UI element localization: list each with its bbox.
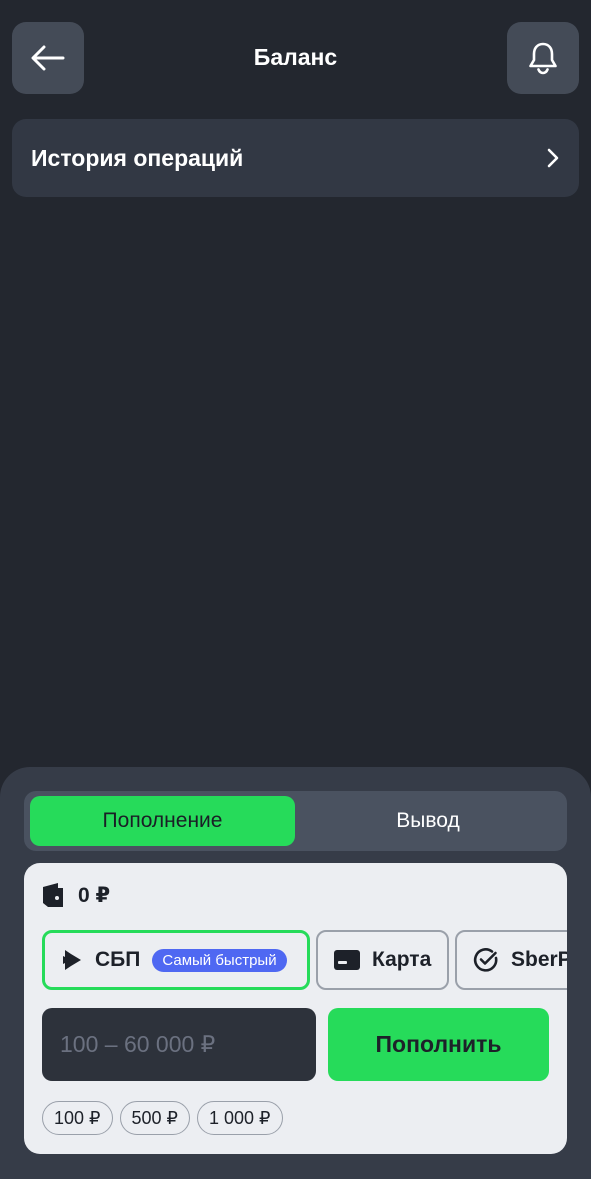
method-sbp-label: СБП <box>95 948 141 971</box>
method-sbp[interactable]: СБП Самый быстрый <box>42 930 310 990</box>
method-sberpay-label: SberPay <box>511 948 567 971</box>
balance-value: 0 ₽ <box>78 883 111 907</box>
payment-methods: СБП Самый быстрый Карта SberPay <box>42 930 567 990</box>
method-sberpay[interactable]: SberPay <box>455 930 567 990</box>
topup-button[interactable]: Пополнить <box>328 1008 549 1081</box>
payment-sheet: Пополнение Вывод 0 ₽ СБП Самый быстрый К… <box>0 767 591 1179</box>
operations-history-label: История операций <box>31 144 244 171</box>
method-card[interactable]: Карта <box>316 930 449 990</box>
amount-chip[interactable]: 500 ₽ <box>119 1101 190 1135</box>
card-icon <box>334 950 360 970</box>
amount-chip[interactable]: 100 ₽ <box>42 1101 113 1135</box>
chevron-right-icon <box>547 148 559 168</box>
wallet-icon <box>43 883 63 907</box>
fastest-badge: Самый быстрый <box>152 948 287 972</box>
amount-input[interactable] <box>42 1008 316 1081</box>
page-title: Баланс <box>253 44 338 70</box>
balance: 0 ₽ <box>42 881 110 909</box>
operations-history-row[interactable]: История операций <box>12 119 579 197</box>
amount-chips: 100 ₽ 500 ₽ 1 000 ₽ <box>42 1101 283 1135</box>
check-circle-icon <box>473 948 498 972</box>
operation-tabs: Пополнение Вывод <box>24 791 567 851</box>
tab-withdraw[interactable]: Вывод <box>295 796 561 846</box>
method-card-label: Карта <box>372 948 432 971</box>
sbp-icon <box>63 950 81 970</box>
header: Баланс <box>0 0 591 116</box>
notifications-button[interactable] <box>507 22 579 94</box>
amount-chip[interactable]: 1 000 ₽ <box>197 1101 283 1135</box>
topup-card: 0 ₽ СБП Самый быстрый Карта SberP 100 – … <box>24 863 567 1154</box>
tab-topup[interactable]: Пополнение <box>30 796 295 846</box>
bell-icon <box>529 42 557 75</box>
